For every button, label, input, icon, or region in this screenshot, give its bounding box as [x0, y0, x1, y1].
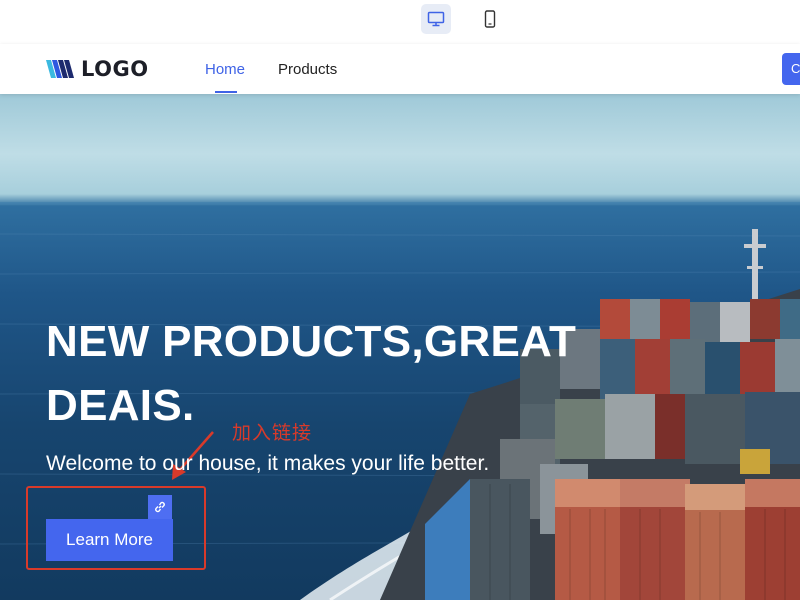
site-header: LOGO Home Products C: [0, 44, 800, 94]
annotation-label: 加入链接: [232, 423, 313, 444]
hero-title: NEW PRODUCTS,GREAT DEAIS.: [46, 317, 577, 430]
add-link-button[interactable]: [148, 495, 172, 519]
device-toolbar: [0, 0, 800, 44]
logo-mark-icon: [46, 60, 74, 78]
header-cta-button[interactable]: C: [782, 53, 800, 85]
hero-subtitle: Welcome to our house, it makes your life…: [46, 452, 490, 475]
nav-active-indicator: [215, 91, 237, 93]
nav-home[interactable]: Home: [205, 61, 245, 78]
logo-text: LOGO: [81, 57, 149, 81]
desktop-view-button[interactable]: [421, 4, 451, 34]
mobile-icon: [484, 10, 496, 28]
logo[interactable]: LOGO: [46, 57, 149, 81]
monitor-icon: [427, 11, 445, 27]
nav-products[interactable]: Products: [278, 61, 337, 78]
link-icon: [155, 501, 165, 513]
mobile-view-button[interactable]: [475, 4, 505, 34]
hero-banner: NEW PRODUCTS,GREAT DEAIS. Welcome to our…: [0, 94, 800, 600]
learn-more-button[interactable]: Learn More: [46, 519, 173, 561]
